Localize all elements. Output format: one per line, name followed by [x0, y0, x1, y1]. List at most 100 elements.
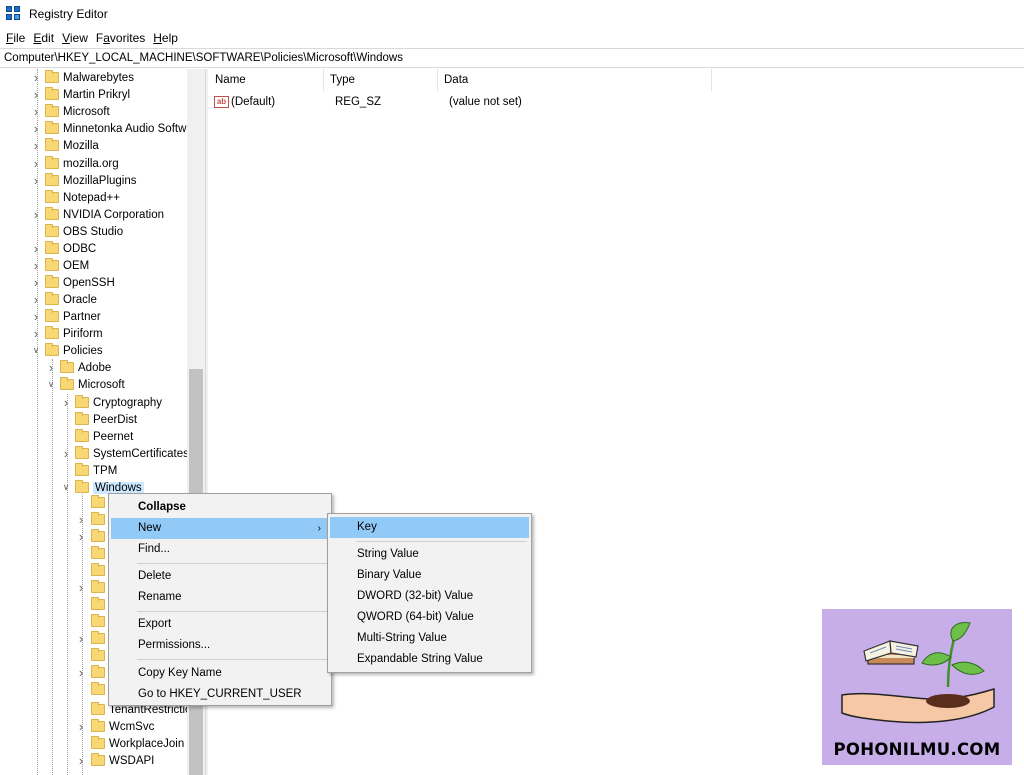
chevron-right-icon[interactable]: › [31, 156, 41, 171]
submenu-item-string-value[interactable]: String Value [330, 544, 529, 565]
tree-item[interactable] [76, 596, 109, 613]
tree-item[interactable]: › Microsoft [31, 103, 110, 120]
tree-item[interactable]: › [76, 528, 109, 545]
chevron-right-icon[interactable]: › [31, 121, 41, 136]
tree-item[interactable]: › SystemCertificates [61, 445, 189, 462]
tree-item[interactable]: › OpenSSH [31, 274, 115, 291]
chevron-right-icon[interactable]: › [31, 309, 41, 324]
chevron-right-icon[interactable]: › [31, 87, 41, 102]
tree-item[interactable]: TPM [61, 462, 117, 479]
menu-item-collapse[interactable]: Collapse [111, 497, 329, 518]
tree-item-label: WorkplaceJoin [109, 737, 185, 750]
chevron-right-icon[interactable]: › [76, 719, 86, 734]
tree-item[interactable]: › mozilla.org [31, 155, 119, 172]
chevron-down-icon[interactable]: ∨ [31, 345, 41, 356]
menu-item-export[interactable]: Export [111, 614, 329, 635]
tree-item-label: TPM [93, 464, 118, 477]
menu-help[interactable]: Help [149, 31, 182, 45]
column-header-name[interactable]: Name [209, 69, 324, 91]
list-header: Name Type Data [209, 69, 712, 91]
menu-favorites[interactable]: Favorites [92, 31, 149, 45]
chevron-right-icon[interactable]: › [76, 665, 86, 680]
tree-item[interactable]: › Martin Prikryl [31, 86, 130, 103]
tree-item[interactable]: OBS Studio [31, 223, 123, 240]
tree-item[interactable]: › Partner [31, 308, 101, 325]
chevron-down-icon[interactable]: ∨ [61, 482, 71, 493]
menu-item-find[interactable]: Find... [111, 539, 329, 560]
tree-item[interactable] [76, 613, 109, 630]
submenu-item-binary-value[interactable]: Binary Value [330, 565, 529, 586]
tree-item[interactable]: › Adobe [46, 359, 111, 376]
chevron-right-icon[interactable]: › [31, 138, 41, 153]
tree-item[interactable]: › [76, 579, 109, 596]
menu-item-new[interactable]: New › [111, 518, 329, 539]
chevron-right-icon[interactable]: › [31, 207, 41, 222]
address-path[interactable]: Computer\HKEY_LOCAL_MACHINE\SOFTWARE\Pol… [4, 52, 403, 64]
submenu-item-expandable-string-value[interactable]: Expandable String Value [330, 649, 529, 670]
tree-item[interactable]: › OEM [31, 257, 89, 274]
column-header-type[interactable]: Type [324, 69, 438, 91]
menu-item-permissions[interactable]: Permissions... [111, 635, 329, 656]
chevron-right-icon[interactable]: › [61, 395, 71, 410]
menu-item-rename[interactable]: Rename [111, 587, 329, 608]
chevron-right-icon[interactable]: › [61, 446, 71, 461]
tree-item[interactable]: › WSDAPI [76, 752, 154, 769]
menu-view[interactable]: View [58, 31, 92, 45]
tree-item[interactable]: ∨ Microsoft [46, 376, 125, 393]
tree-item[interactable]: › Cryptography [61, 394, 162, 411]
chevron-right-icon[interactable]: › [31, 275, 41, 290]
chevron-right-icon[interactable]: › [31, 70, 41, 85]
tree-item[interactable]: › Oracle [31, 291, 97, 308]
tree-item[interactable]: ∨ Policies [31, 342, 103, 359]
menu-item-copy-key-name[interactable]: Copy Key Name [111, 663, 329, 684]
tree-item[interactable]: › MozillaPlugins [31, 172, 137, 189]
menu-edit[interactable]: Edit [29, 31, 58, 45]
tree-item[interactable] [76, 545, 109, 562]
tree-item[interactable]: WorkplaceJoin [76, 735, 184, 752]
menu-item-delete[interactable]: Delete [111, 566, 329, 587]
tree-item[interactable]: › Minnetonka Audio Softw [31, 120, 186, 137]
chevron-right-icon[interactable]: › [31, 241, 41, 256]
chevron-right-icon[interactable]: › [31, 292, 41, 307]
chevron-placeholder [76, 685, 86, 695]
tree-item[interactable] [76, 562, 109, 579]
tree-item[interactable]: › Piriform [31, 325, 103, 342]
folder-icon [91, 529, 105, 542]
chevron-right-icon[interactable]: › [46, 360, 56, 375]
tree-item[interactable]: › [76, 511, 109, 528]
chevron-right-icon[interactable]: › [31, 104, 41, 119]
tree-item[interactable]: PeerDist [61, 411, 137, 428]
submenu-item-dword-value[interactable]: DWORD (32-bit) Value [330, 586, 529, 607]
chevron-right-icon[interactable]: › [31, 258, 41, 273]
menu-bar: File Edit View Favorites Help [0, 28, 1024, 48]
tree-item[interactable] [76, 647, 109, 664]
tree-item[interactable]: › NVIDIA Corporation [31, 206, 164, 223]
table-row[interactable]: ab (Default) REG_SZ (value not set) [209, 93, 522, 111]
chevron-right-icon[interactable]: › [76, 580, 86, 595]
menu-file[interactable]: File [2, 31, 29, 45]
chevron-right-icon[interactable]: › [76, 529, 86, 544]
submenu-item-qword-value[interactable]: QWORD (64-bit) Value [330, 607, 529, 628]
submenu-item-multi-string-value[interactable]: Multi-String Value [330, 628, 529, 649]
tree-item[interactable]: › WcmSvc [76, 718, 154, 735]
tree-item[interactable] [76, 494, 109, 511]
tree-item[interactable]: › Mozilla [31, 137, 99, 154]
address-bar[interactable]: Computer\HKEY_LOCAL_MACHINE\SOFTWARE\Pol… [0, 48, 1024, 68]
column-header-data[interactable]: Data [438, 69, 712, 91]
menu-item-goto-hkcu[interactable]: Go to HKEY_CURRENT_USER [111, 684, 329, 705]
tree-item[interactable] [76, 681, 109, 698]
new-submenu: Key String Value Binary Value DWORD (32-… [327, 513, 532, 673]
chevron-right-icon[interactable]: › [31, 173, 41, 188]
tree-item[interactable]: › [76, 664, 109, 681]
chevron-right-icon[interactable]: › [76, 631, 86, 646]
tree-item[interactable]: Notepad++ [31, 189, 120, 206]
tree-item[interactable]: › ODBC [31, 240, 96, 257]
tree-item[interactable]: › Malwarebytes [31, 69, 134, 86]
chevron-down-icon[interactable]: ∨ [46, 379, 56, 390]
chevron-right-icon[interactable]: › [31, 326, 41, 341]
chevron-right-icon[interactable]: › [76, 512, 86, 527]
submenu-item-key[interactable]: Key [330, 517, 529, 538]
tree-item[interactable]: › [76, 630, 109, 647]
tree-item[interactable]: Peernet [61, 428, 133, 445]
chevron-right-icon[interactable]: › [76, 753, 86, 768]
